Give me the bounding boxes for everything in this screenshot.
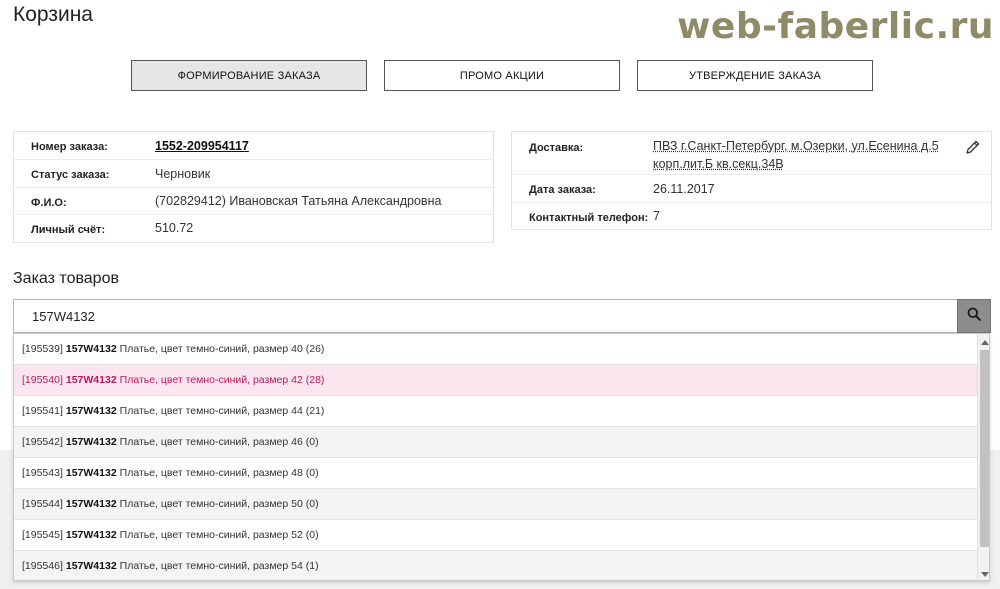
suggestion-item[interactable]: [195543] 157W4132 Платье, цвет темно-син… [14,458,977,489]
delivery-address[interactable]: ПВЗ г.Санкт-Петербург, м.Озерки, ул.Есен… [653,137,953,173]
suggestion-code: [195544] [22,498,63,510]
phone-row: Контактный телефон: 7 [512,203,991,230]
suggestion-sku: 157W4132 [65,529,117,541]
account-label: Личный счёт: [31,224,106,236]
order-status-value: Черновик [155,167,211,181]
watermark-logo: web-faberlic.ru [677,6,994,47]
account-value: 510.72 [155,221,194,235]
fio-label: Ф.И.О: [31,197,67,209]
suggestion-desc: Платье, цвет темно-синий, размер 48 (0) [119,467,319,479]
suggestion-sku: 157W4132 [65,374,117,386]
product-search-input[interactable] [13,299,958,333]
search-button[interactable] [957,299,991,333]
suggestion-desc: Платье, цвет темно-синий, размер 50 (0) [119,498,319,510]
suggestion-sku: 157W4132 [65,560,117,572]
search-icon [967,307,981,326]
phone-value: 7 [653,209,660,223]
scrollbar-thumb[interactable] [980,350,989,547]
suggestion-item-highlighted[interactable]: [195540] 157W4132 Платье, цвет темно-син… [14,365,977,396]
suggestion-sku: 157W4132 [65,343,117,355]
suggestion-item[interactable]: [195539] 157W4132 Платье, цвет темно-син… [14,334,977,365]
search-suggestions-dropdown: [195539] 157W4132 Платье, цвет темно-син… [13,333,990,581]
suggestion-code: [195540] [22,374,63,386]
fio-value: (702829412) Ивановская Татьяна Александр… [155,194,442,208]
order-products-title: Заказ товаров [13,270,119,287]
suggestion-code: [195543] [22,467,63,479]
pencil-icon[interactable] [965,139,981,155]
order-status-label: Статус заказа: [31,169,110,181]
order-date-row: Дата заказа: 26.11.2017 [512,175,991,203]
tab-order-confirm[interactable]: УТВЕРЖДЕНИЕ ЗАКАЗА [637,60,873,91]
order-info-card: Номер заказа: 1552-209954117 Статус зака… [13,131,494,243]
suggestion-desc: Платье, цвет темно-синий, размер 46 (0) [119,436,319,448]
suggestion-item[interactable]: [195546] 157W4132 Платье, цвет темно-син… [14,551,977,580]
scroll-down-arrow-icon[interactable] [978,567,989,580]
order-number-row: Номер заказа: 1552-209954117 [14,132,493,160]
order-number-link[interactable]: 1552-209954117 [155,139,249,153]
order-date-value: 26.11.2017 [653,182,715,196]
order-status-row: Статус заказа: Черновик [14,160,493,188]
suggestion-code: [195545] [22,529,63,541]
delivery-address-line2[interactable]: корп.лит.Б кв.секц.34В [653,157,784,171]
tab-order-forming[interactable]: ФОРМИРОВАНИЕ ЗАКАЗА [131,60,367,91]
delivery-address-line1[interactable]: ПВЗ г.Санкт-Петербург, м.Озерки, ул.Есен… [653,139,939,153]
fio-row: Ф.И.О: (702829412) Ивановская Татьяна Ал… [14,188,493,215]
suggestion-code: [195542] [22,436,63,448]
delivery-row: Доставка: ПВЗ г.Санкт-Петербург, м.Озерк… [512,132,991,175]
suggestion-desc: Платье, цвет темно-синий, размер 54 (1) [119,560,319,572]
suggestion-item[interactable]: [195544] 157W4132 Платье, цвет темно-син… [14,489,977,520]
suggestion-sku: 157W4132 [65,405,117,417]
order-number-label: Номер заказа: [31,141,108,153]
order-date-label: Дата заказа: [529,184,596,196]
delivery-label: Доставка: [529,142,584,154]
suggestion-sku: 157W4132 [65,436,117,448]
suggestion-desc: Платье, цвет темно-синий, размер 40 (26) [119,343,325,355]
dropdown-scrollbar[interactable] [977,334,989,580]
suggestion-code: [195546] [22,560,63,572]
scroll-up-arrow-icon[interactable] [978,335,989,349]
suggestion-code: [195541] [22,405,63,417]
suggestion-sku: 157W4132 [65,467,117,479]
tab-promo[interactable]: ПРОМО АКЦИИ [384,60,620,91]
suggestion-desc: Платье, цвет темно-синий, размер 44 (21) [119,405,325,417]
suggestion-item[interactable]: [195545] 157W4132 Платье, цвет темно-син… [14,520,977,551]
phone-label: Контактный телефон: [529,212,649,224]
suggestion-desc: Платье, цвет темно-синий, размер 52 (0) [119,529,319,541]
delivery-info-card: Доставка: ПВЗ г.Санкт-Петербург, м.Озерк… [511,131,992,230]
page-title: Корзина [13,3,93,26]
suggestion-sku: 157W4132 [65,498,117,510]
account-row: Личный счёт: 510.72 [14,215,493,242]
suggestion-item[interactable]: [195541] 157W4132 Платье, цвет темно-син… [14,396,977,427]
suggestion-item[interactable]: [195542] 157W4132 Платье, цвет темно-син… [14,427,977,458]
suggestion-code: [195539] [22,343,63,355]
suggestion-desc: Платье, цвет темно-синий, размер 42 (28) [119,374,325,386]
